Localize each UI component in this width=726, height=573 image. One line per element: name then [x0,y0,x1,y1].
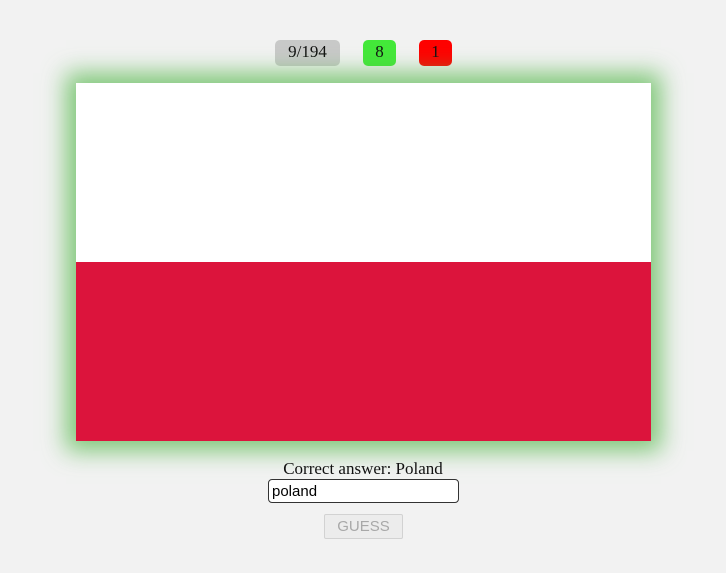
progress-badge: 9/194 [275,40,340,66]
flag-white-stripe [76,83,651,262]
correct-count-badge: 8 [363,40,396,66]
guess-button[interactable]: GUESS [324,514,403,539]
wrong-count-badge: 1 [419,40,452,66]
correct-answer-text: Correct answer: Poland [283,459,443,478]
flag-red-stripe [76,262,651,441]
flag-quiz-page: 9/194 8 1 Correct answer: Poland GUESS [0,0,726,573]
flag-image [76,83,651,441]
guess-input[interactable] [268,479,459,503]
